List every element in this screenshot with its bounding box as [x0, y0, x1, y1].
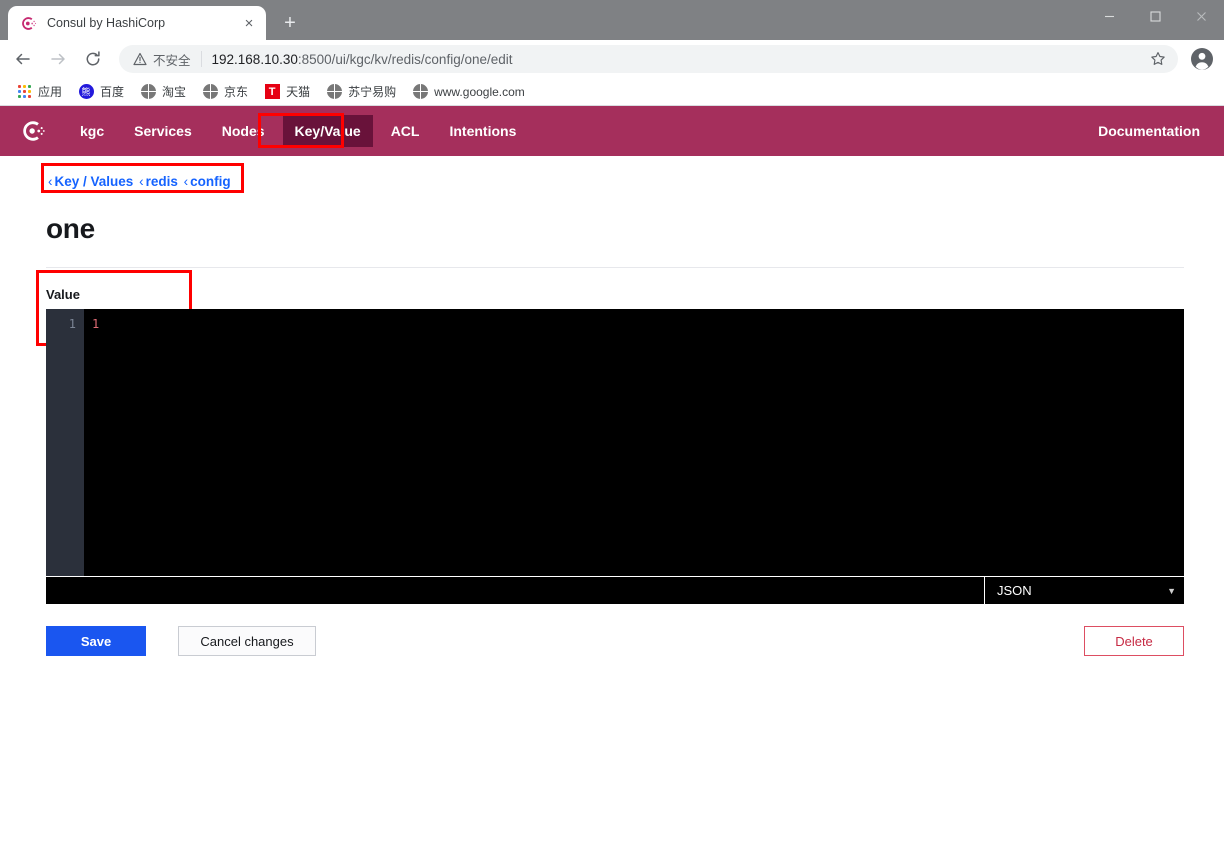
bookmark-suning[interactable]: 苏宁易购 [318, 81, 404, 103]
window-close-icon[interactable] [1178, 0, 1224, 32]
delete-button[interactable]: Delete [1084, 626, 1184, 656]
save-button[interactable]: Save [46, 626, 146, 656]
editor-gutter: 1 [46, 309, 84, 576]
security-text: 不安全 [153, 53, 191, 68]
breadcrumb-item-redis[interactable]: redis [146, 174, 178, 189]
value-label: Value [46, 287, 80, 302]
editor-code-area[interactable]: 1 [84, 309, 1184, 576]
bookmark-taobao[interactable]: 淘宝 [132, 81, 194, 103]
breadcrumb: ‹ Key / Values ‹ redis ‹ config [40, 156, 231, 189]
bookmark-label: 苏宁易购 [348, 85, 397, 99]
action-buttons: Save Cancel changes Delete [46, 626, 1184, 656]
consul-logo-icon[interactable] [20, 118, 46, 144]
not-secure-indicator[interactable]: 不安全 [133, 50, 191, 69]
chevron-left-icon: ‹ [183, 174, 189, 189]
bookmark-baidu[interactable]: 熊 百度 [70, 81, 132, 103]
bookmarks-bar: 应用 熊 百度 淘宝 京东 T 天猫 苏宁易购 www.google.com [0, 78, 1224, 106]
value-code-editor[interactable]: 1 1 JSON ▼ [46, 309, 1184, 604]
nav-item-services[interactable]: Services [122, 115, 204, 147]
chevron-left-icon: ‹ [48, 174, 53, 189]
warning-triangle-icon [133, 52, 147, 66]
editor-format-value: JSON [997, 583, 1032, 598]
minimize-icon[interactable] [1086, 0, 1132, 32]
nav-documentation[interactable]: Documentation [1094, 115, 1204, 147]
editor-footer: JSON ▼ [46, 576, 1184, 604]
consul-navbar: kgc Services Nodes Key/Value ACL Intenti… [0, 106, 1224, 156]
omnibox-divider [200, 51, 202, 67]
url-text: 192.168.10.30:8500/ui/kgc/kv/redis/confi… [212, 52, 513, 67]
main-content: ‹Key / Values ‹redis ‹config one Value 可… [0, 156, 1224, 656]
bookmark-tmall[interactable]: T 天猫 [256, 81, 318, 103]
browser-tab-title: Consul by HashiCorp [47, 16, 166, 30]
bookmark-apps[interactable]: 应用 [8, 81, 70, 103]
bookmark-label: 天猫 [286, 85, 311, 99]
page-title: one [46, 213, 95, 244]
url-path: :8500/ui/kgc/kv/redis/config/one/edit [297, 51, 513, 67]
nav-item-intentions[interactable]: Intentions [437, 115, 528, 147]
nav-item-key-value[interactable]: Key/Value [282, 115, 373, 147]
nav-item-nodes[interactable]: Nodes [210, 115, 277, 147]
globe-icon [202, 84, 218, 100]
forward-icon[interactable] [43, 44, 73, 74]
breadcrumb-item-config[interactable]: config [190, 174, 231, 189]
bookmark-label: 淘宝 [162, 85, 187, 99]
bookmark-label: 百度 [100, 85, 125, 99]
title-divider [46, 267, 1184, 268]
close-icon[interactable]: × [240, 14, 258, 32]
bookmark-google[interactable]: www.google.com [404, 81, 533, 103]
window-controls [1086, 0, 1224, 32]
browser-tab[interactable]: Consul by HashiCorp × [8, 6, 266, 40]
chevron-left-icon: ‹ [139, 174, 144, 189]
url-host: 192.168.10.30 [211, 51, 298, 67]
cancel-changes-button[interactable]: Cancel changes [178, 626, 316, 656]
back-icon[interactable] [8, 44, 38, 74]
editor-format-select[interactable]: JSON ▼ [984, 577, 1184, 604]
globe-icon [412, 84, 428, 100]
profile-icon[interactable] [1188, 45, 1216, 73]
maximize-icon[interactable] [1132, 0, 1178, 32]
browser-tab-strip: Consul by HashiCorp × + [0, 0, 1224, 40]
bookmark-label: www.google.com [434, 84, 525, 99]
tmall-icon: T [264, 84, 280, 100]
globe-icon [326, 84, 342, 100]
chevron-down-icon: ▼ [1167, 585, 1176, 596]
star-icon[interactable] [1144, 45, 1172, 73]
breadcrumb-item-key-values[interactable]: Key / Values [55, 174, 134, 189]
bookmark-label: 应用 [38, 85, 63, 99]
baidu-icon: 熊 [78, 84, 94, 100]
globe-icon [140, 84, 156, 100]
nav-item-acl[interactable]: ACL [379, 115, 432, 147]
nav-datacenter[interactable]: kgc [68, 115, 116, 147]
bookmark-label: 京东 [224, 85, 249, 99]
browser-toolbar: 不安全 192.168.10.30:8500/ui/kgc/kv/redis/c… [0, 40, 1224, 78]
bookmark-jd[interactable]: 京东 [194, 81, 256, 103]
address-bar[interactable]: 不安全 192.168.10.30:8500/ui/kgc/kv/redis/c… [119, 45, 1178, 73]
consul-logo-icon [20, 15, 37, 32]
editor-body[interactable]: 1 1 [46, 309, 1184, 576]
reload-icon[interactable] [78, 44, 108, 74]
apps-grid-icon [16, 84, 32, 100]
new-tab-button[interactable]: + [276, 9, 304, 37]
